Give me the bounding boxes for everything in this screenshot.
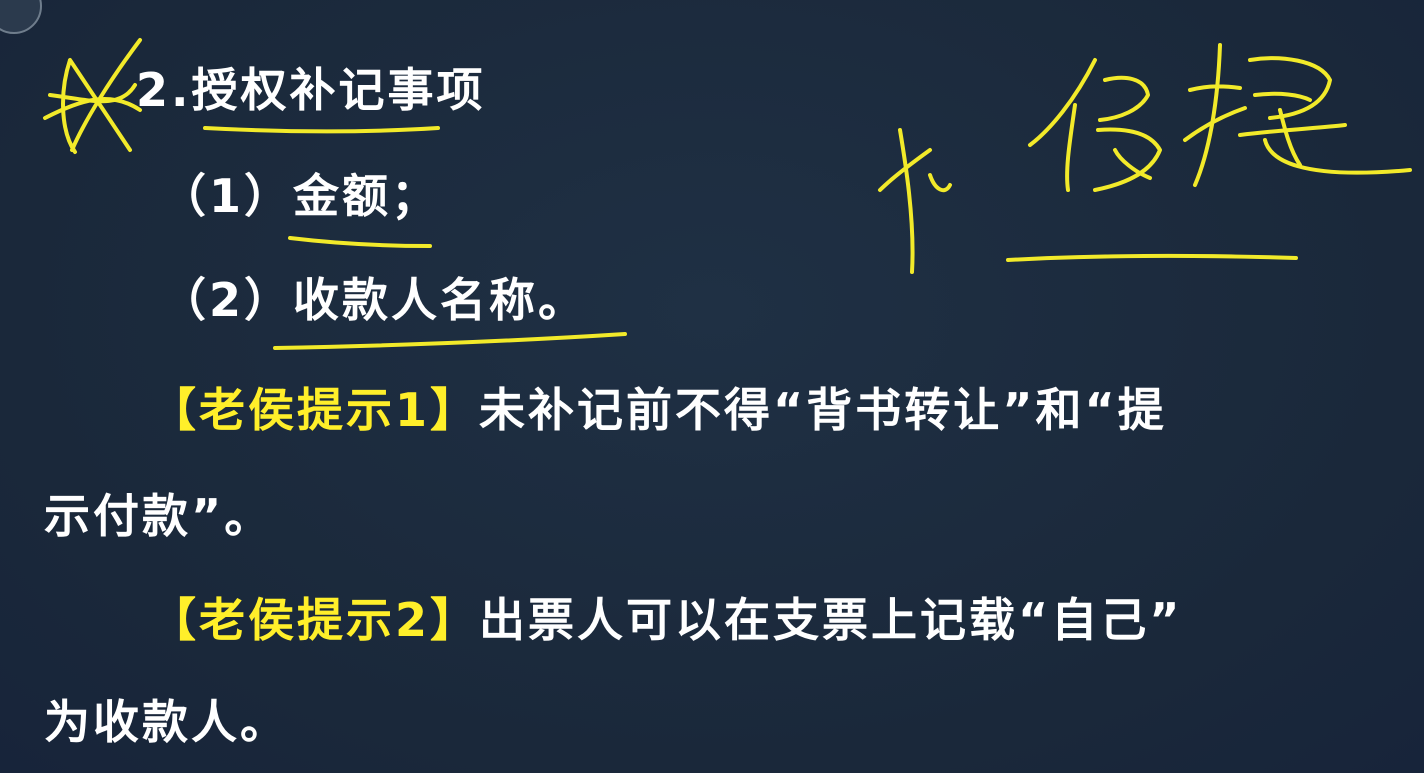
tip-text: 示付款”。 — [44, 489, 274, 543]
heading-number: 2. — [136, 63, 192, 117]
item2-underline — [273, 332, 627, 350]
handwriting-underline — [1006, 253, 1298, 262]
tip-paragraph: 【老侯提示2】出票人可以在支票上记载“自己” — [150, 590, 1182, 650]
tip-label: 【老侯提示2】 — [150, 593, 480, 647]
list-item: （1）金额； — [160, 166, 440, 226]
section-heading: 2.授权补记事项 — [136, 60, 485, 120]
heading-title: 授权补记事项 — [191, 63, 486, 117]
star-icon — [43, 38, 142, 154]
handwriting-char-left — [878, 128, 952, 274]
tip-paragraph-continued: 示付款”。 — [44, 486, 273, 546]
tip-text: 为收款人。 — [44, 695, 289, 749]
item-text: 收款人名称。 — [293, 273, 588, 327]
item-marker: （1） — [160, 169, 294, 223]
tip-label: 【老侯提示1】 — [150, 383, 480, 437]
handwriting-char-jie — [1183, 43, 1412, 187]
item-marker: （2） — [160, 273, 294, 327]
heading-underline — [203, 126, 440, 134]
handwriting-char-hou — [1028, 58, 1162, 192]
slide: 2.授权补记事项 （1）金额； （2）收款人名称。 【老侯提示1】未补记前不得“… — [0, 0, 1424, 773]
list-item: （2）收款人名称。 — [160, 270, 587, 330]
tip-text: 未补记前不得“背书转让”和“提 — [479, 383, 1167, 437]
tip-paragraph: 【老侯提示1】未补记前不得“背书转让”和“提 — [150, 380, 1167, 440]
item-text: 金额； — [293, 169, 441, 223]
logo-icon — [0, 0, 42, 34]
item1-underline — [288, 236, 432, 248]
tip-paragraph-continued: 为收款人。 — [44, 692, 289, 752]
tip-text: 出票人可以在支票上记载“自己” — [479, 593, 1183, 647]
